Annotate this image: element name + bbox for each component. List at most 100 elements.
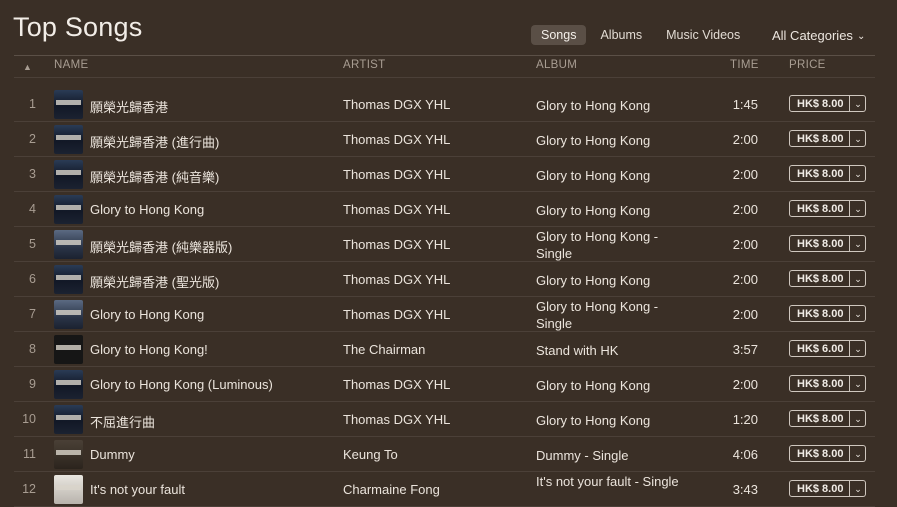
song-name[interactable]: 願榮光歸香港 (純樂器版)	[90, 237, 340, 256]
album-artwork[interactable]	[54, 440, 83, 469]
chevron-down-icon[interactable]: ⌄	[850, 130, 867, 147]
categories-dropdown[interactable]: All Categories ⌄	[772, 28, 865, 43]
album-name[interactable]: It's not your fault - Single	[536, 473, 686, 490]
artist-name[interactable]: Thomas DGX YHL	[343, 377, 523, 392]
table-row[interactable]: 6 願榮光歸香港 (聖光版) Thomas DGX YHL Glory to H…	[14, 262, 875, 297]
chevron-down-icon[interactable]: ⌄	[850, 200, 867, 217]
album-artwork[interactable]	[54, 230, 83, 259]
buy-price-button[interactable]: HK$ 8.00	[789, 165, 851, 182]
album-name[interactable]: Glory to Hong Kong - Single	[536, 298, 686, 332]
row-number: 10	[22, 412, 36, 426]
album-name[interactable]: Glory to Hong Kong	[536, 377, 686, 394]
album-artwork[interactable]	[54, 90, 83, 119]
album-artwork[interactable]	[54, 405, 83, 434]
chevron-down-icon[interactable]: ⌄	[850, 270, 867, 287]
divider	[14, 55, 875, 56]
album-name[interactable]: Glory to Hong Kong	[536, 97, 686, 114]
chevron-down-icon[interactable]: ⌄	[850, 445, 867, 462]
chevron-down-icon[interactable]: ⌄	[850, 410, 867, 427]
album-artwork[interactable]	[54, 160, 83, 189]
album-artwork[interactable]	[54, 195, 83, 224]
album-name[interactable]: Stand with HK	[536, 342, 686, 359]
album-artwork[interactable]	[54, 300, 83, 329]
album-artwork[interactable]	[54, 335, 83, 364]
buy-price-button[interactable]: HK$ 8.00	[789, 235, 851, 252]
column-header-price[interactable]: PRICE	[789, 59, 826, 71]
song-name[interactable]: Glory to Hong Kong (Luminous)	[90, 377, 340, 392]
song-name[interactable]: Glory to Hong Kong	[90, 307, 340, 322]
row-number: 5	[29, 237, 36, 251]
tab-albums[interactable]: Albums	[590, 25, 652, 45]
column-header-name[interactable]: NAME	[54, 59, 88, 71]
chevron-down-icon[interactable]: ⌄	[850, 340, 867, 357]
table-row[interactable]: 2 願榮光歸香港 (進行曲) Thomas DGX YHL Glory to H…	[14, 122, 875, 157]
chevron-down-icon[interactable]: ⌄	[850, 95, 867, 112]
page-title: Top Songs	[13, 12, 143, 42]
buy-price-button[interactable]: HK$ 8.00	[789, 445, 851, 462]
table-row[interactable]: 9 Glory to Hong Kong (Luminous) Thomas D…	[14, 367, 875, 402]
table-row[interactable]: 4 Glory to Hong Kong Thomas DGX YHL Glor…	[14, 192, 875, 227]
artist-name[interactable]: The Chairman	[343, 342, 523, 357]
table-row[interactable]: 11 Dummy Keung To Dummy - Single 4:06 HK…	[14, 437, 875, 472]
album-artwork[interactable]	[54, 370, 83, 399]
album-name[interactable]: Glory to Hong Kong	[536, 272, 686, 289]
row-number: 4	[29, 202, 36, 216]
buy-price-button[interactable]: HK$ 8.00	[789, 375, 851, 392]
tab-music-videos[interactable]: Music Videos	[656, 25, 750, 45]
buy-price-button[interactable]: HK$ 8.00	[789, 410, 851, 427]
album-name[interactable]: Glory to Hong Kong	[536, 202, 686, 219]
song-name[interactable]: 願榮光歸香港	[90, 97, 340, 116]
buy-price-button[interactable]: HK$ 8.00	[789, 480, 851, 497]
buy-price-button[interactable]: HK$ 8.00	[789, 200, 851, 217]
artist-name[interactable]: Thomas DGX YHL	[343, 307, 523, 322]
column-header-artist[interactable]: ARTIST	[343, 59, 385, 71]
buy-price-button[interactable]: HK$ 8.00	[789, 130, 851, 147]
row-number: 1	[29, 97, 36, 111]
chevron-down-icon[interactable]: ⌄	[850, 305, 867, 322]
song-time: 2:00	[732, 202, 758, 217]
artist-name[interactable]: Thomas DGX YHL	[343, 237, 523, 252]
table-row[interactable]: 1 願榮光歸香港 Thomas DGX YHL Glory to Hong Ko…	[14, 87, 875, 122]
album-name[interactable]: Glory to Hong Kong - Single	[536, 228, 686, 262]
album-artwork[interactable]	[54, 475, 83, 504]
tab-songs[interactable]: Songs	[531, 25, 587, 45]
buy-price-button[interactable]: HK$ 8.00	[789, 305, 851, 322]
table-row[interactable]: 5 願榮光歸香港 (純樂器版) Thomas DGX YHL Glory to …	[14, 227, 875, 262]
column-header-album[interactable]: ALBUM	[536, 59, 577, 71]
chevron-down-icon[interactable]: ⌄	[850, 480, 867, 497]
album-artwork[interactable]	[54, 125, 83, 154]
song-name[interactable]: Dummy	[90, 447, 340, 462]
album-name[interactable]: Glory to Hong Kong	[536, 167, 686, 184]
artist-name[interactable]: Thomas DGX YHL	[343, 412, 523, 427]
chevron-down-icon[interactable]: ⌄	[850, 235, 867, 252]
album-name[interactable]: Dummy - Single	[536, 447, 686, 464]
table-row[interactable]: 7 Glory to Hong Kong Thomas DGX YHL Glor…	[14, 297, 875, 332]
buy-price-button[interactable]: HK$ 6.00	[789, 340, 851, 357]
chevron-down-icon[interactable]: ⌄	[850, 165, 867, 182]
song-name[interactable]: 願榮光歸香港 (進行曲)	[90, 132, 340, 151]
song-name[interactable]: 不屈進行曲	[90, 412, 340, 431]
artist-name[interactable]: Thomas DGX YHL	[343, 167, 523, 182]
table-row[interactable]: 12 It's not your fault Charmaine Fong It…	[14, 472, 875, 507]
column-header-time[interactable]: TIME	[730, 59, 759, 71]
song-name[interactable]: Glory to Hong Kong!	[90, 342, 340, 357]
table-row[interactable]: 8 Glory to Hong Kong! The Chairman Stand…	[14, 332, 875, 367]
table-row[interactable]: 3 願榮光歸香港 (純音樂) Thomas DGX YHL Glory to H…	[14, 157, 875, 192]
artist-name[interactable]: Keung To	[343, 447, 523, 462]
artist-name[interactable]: Thomas DGX YHL	[343, 132, 523, 147]
song-name[interactable]: 願榮光歸香港 (純音樂)	[90, 167, 340, 186]
sort-ascending-icon[interactable]: ▲	[23, 62, 32, 72]
album-artwork[interactable]	[54, 265, 83, 294]
chevron-down-icon[interactable]: ⌄	[850, 375, 867, 392]
buy-price-button[interactable]: HK$ 8.00	[789, 270, 851, 287]
row-number: 12	[22, 482, 36, 496]
song-name[interactable]: 願榮光歸香港 (聖光版)	[90, 272, 340, 291]
artist-name[interactable]: Thomas DGX YHL	[343, 272, 523, 287]
table-row[interactable]: 10 不屈進行曲 Thomas DGX YHL Glory to Hong Ko…	[14, 402, 875, 437]
album-name[interactable]: Glory to Hong Kong	[536, 132, 686, 149]
artist-name[interactable]: Thomas DGX YHL	[343, 97, 523, 112]
album-name[interactable]: Glory to Hong Kong	[536, 412, 686, 429]
artist-name[interactable]: Thomas DGX YHL	[343, 202, 523, 217]
buy-price-button[interactable]: HK$ 8.00	[789, 95, 851, 112]
song-name[interactable]: Glory to Hong Kong	[90, 202, 340, 217]
